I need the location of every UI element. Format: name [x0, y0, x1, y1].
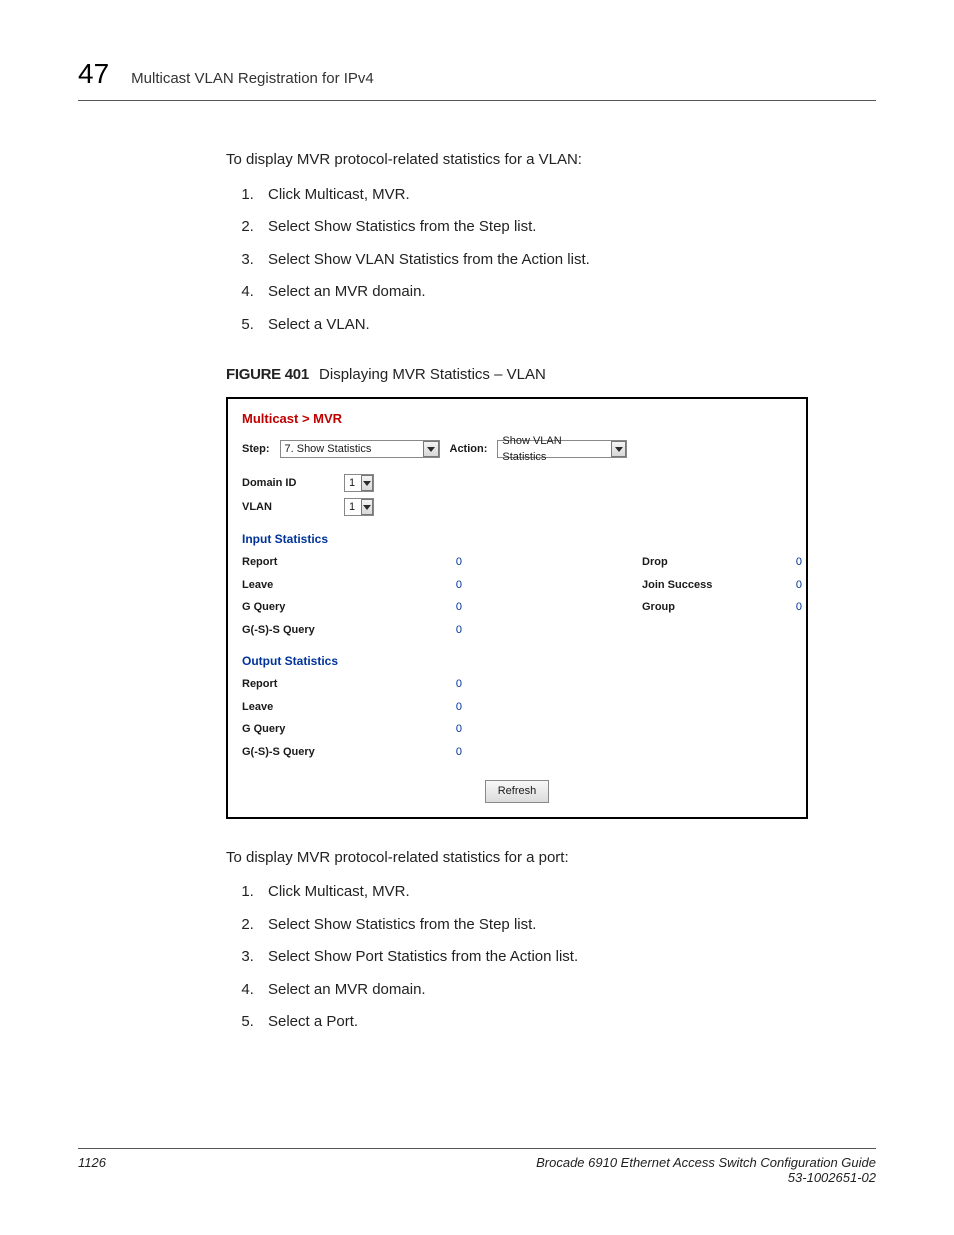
chevron-down-icon — [615, 447, 623, 452]
step-item: Select an MVR domain. — [258, 281, 876, 304]
stat-value: 0 — [422, 622, 462, 639]
input-stats-grid: Report 0 Drop 0 Leave 0 Join Success 0 G… — [242, 554, 792, 638]
stat-label: Group — [642, 599, 772, 616]
stat-label: Report — [242, 676, 422, 693]
domain-id-value: 1 — [349, 475, 359, 492]
dropdown-button-icon[interactable] — [423, 441, 439, 457]
stat-label: Report — [242, 554, 422, 571]
footer-title: Brocade 6910 Ethernet Access Switch Conf… — [536, 1155, 876, 1170]
main-content: To display MVR protocol-related statisti… — [226, 149, 876, 1034]
step-item: Click Multicast, MVR. — [258, 184, 876, 207]
stat-label: G(-S)-S Query — [242, 622, 422, 639]
stat-value: 0 — [422, 577, 462, 594]
vlan-row: VLAN 1 — [242, 498, 792, 516]
stat-label: Leave — [242, 577, 422, 594]
figure-title: Displaying MVR Statistics – VLAN — [319, 366, 546, 383]
stat-label: G Query — [242, 599, 422, 616]
chevron-down-icon — [363, 481, 371, 486]
stat-label: Join Success — [642, 577, 772, 594]
figure-caption: FIGURE 401 Displaying MVR Statistics – V… — [226, 364, 876, 387]
ui-screenshot-panel: Multicast > MVR Step: 7. Show Statistics… — [226, 397, 808, 819]
action-select[interactable]: Show VLAN Statistics — [497, 440, 627, 458]
chapter-title: Multicast VLAN Registration for IPv4 — [131, 70, 374, 87]
stat-value: 0 — [422, 721, 462, 738]
page-header: 47 Multicast VLAN Registration for IPv4 — [78, 58, 876, 90]
stat-value: 0 — [422, 676, 462, 693]
step-item: Select a VLAN. — [258, 314, 876, 337]
output-stats-grid: Report 0 Leave 0 G Query 0 G(-S)-S Query… — [242, 676, 792, 760]
dropdown-button-icon[interactable] — [611, 441, 626, 457]
domain-row: Domain ID 1 — [242, 474, 792, 492]
chevron-down-icon — [363, 505, 371, 510]
header-rule — [78, 100, 876, 101]
step-select-value: 7. Show Statistics — [285, 441, 376, 458]
vlan-label: VLAN — [242, 499, 344, 516]
step-item: Click Multicast, MVR. — [258, 881, 876, 904]
stat-value: 0 — [772, 554, 802, 571]
chevron-down-icon — [427, 447, 435, 452]
action-label: Action: — [450, 441, 488, 458]
refresh-button[interactable]: Refresh — [485, 780, 550, 803]
steps-list-vlan: Click Multicast, MVR. Select Show Statis… — [226, 184, 876, 337]
page-footer: 1126 Brocade 6910 Ethernet Access Switch… — [78, 1148, 876, 1185]
vlan-value: 1 — [349, 499, 359, 516]
stat-value: 0 — [772, 577, 802, 594]
refresh-row: Refresh — [242, 780, 792, 803]
stat-value: 0 — [422, 744, 462, 761]
dropdown-button-icon[interactable] — [361, 475, 373, 491]
stat-value: 0 — [422, 599, 462, 616]
stat-value: 0 — [422, 554, 462, 571]
dropdown-button-icon[interactable] — [361, 499, 373, 515]
stat-label: G(-S)-S Query — [242, 744, 422, 761]
stat-label: Leave — [242, 699, 422, 716]
chapter-number: 47 — [78, 58, 109, 90]
step-item: Select an MVR domain. — [258, 979, 876, 1002]
intro-text-port: To display MVR protocol-related statisti… — [226, 847, 876, 870]
stat-label: Drop — [642, 554, 772, 571]
breadcrumb: Multicast > MVR — [242, 409, 792, 429]
input-stats-heading: Input Statistics — [242, 530, 792, 548]
step-item: Select a Port. — [258, 1011, 876, 1034]
vlan-select[interactable]: 1 — [344, 498, 374, 516]
step-item: Select Show Statistics from the Step lis… — [258, 914, 876, 937]
domain-id-label: Domain ID — [242, 475, 344, 492]
stat-value: 0 — [422, 699, 462, 716]
step-item: Select Show VLAN Statistics from the Act… — [258, 249, 876, 272]
step-item: Select Show Port Statistics from the Act… — [258, 946, 876, 969]
steps-list-port: Click Multicast, MVR. Select Show Statis… — [226, 881, 876, 1034]
footer-partnum: 53-1002651-02 — [536, 1170, 876, 1185]
stat-value: 0 — [772, 599, 802, 616]
stat-label: G Query — [242, 721, 422, 738]
page-number: 1126 — [78, 1155, 106, 1185]
intro-text-vlan: To display MVR protocol-related statisti… — [226, 149, 876, 172]
domain-id-select[interactable]: 1 — [344, 474, 374, 492]
step-item: Select Show Statistics from the Step lis… — [258, 216, 876, 239]
control-row: Step: 7. Show Statistics Action: Show VL… — [242, 440, 792, 458]
action-select-value: Show VLAN Statistics — [502, 433, 609, 466]
step-label: Step: — [242, 441, 270, 458]
figure-label: FIGURE 401 — [226, 366, 309, 383]
output-stats-heading: Output Statistics — [242, 652, 792, 670]
footer-rule — [78, 1148, 876, 1149]
step-select[interactable]: 7. Show Statistics — [280, 440, 440, 458]
